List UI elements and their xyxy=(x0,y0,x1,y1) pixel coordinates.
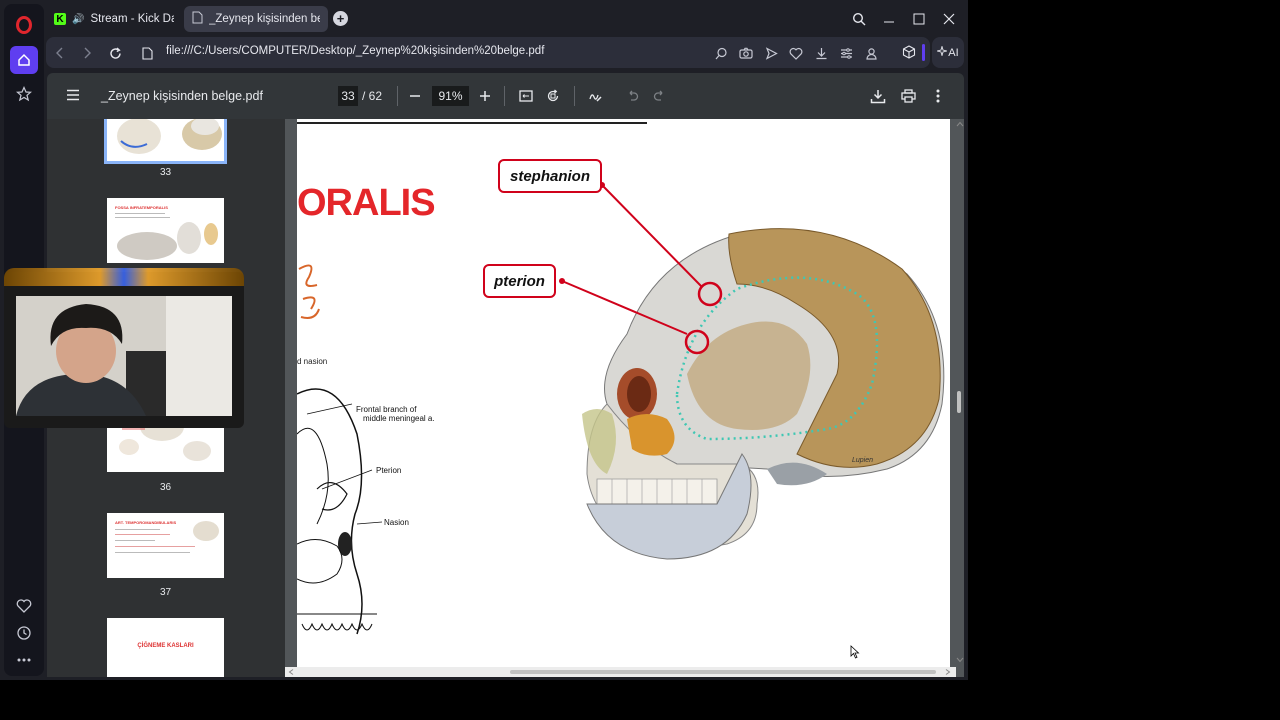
tab-pdf-document[interactable]: _Zeynep kişisinden belge.p xyxy=(184,6,328,32)
close-window-button[interactable] xyxy=(939,9,959,29)
horizontal-scrollbar[interactable] xyxy=(285,667,956,677)
toolbar-divider xyxy=(504,86,505,106)
pdf-content-area: ORALIS d nasion Frontal branch of middle… xyxy=(285,119,964,677)
mouse-cursor-icon xyxy=(850,645,860,659)
scroll-up-arrow-icon[interactable] xyxy=(956,121,964,127)
file-icon xyxy=(138,44,156,62)
download-icon[interactable] xyxy=(812,44,830,62)
undo-icon[interactable] xyxy=(622,86,642,106)
desktop-background xyxy=(968,0,1280,720)
text-line xyxy=(115,546,195,547)
star-icon[interactable] xyxy=(14,84,34,104)
rotate-icon[interactable] xyxy=(543,86,563,106)
thumbnail-heading: ART. TEMPOROMANDIBULARIS xyxy=(115,520,177,525)
zoom-input[interactable]: 91% xyxy=(432,86,469,106)
home-icon[interactable] xyxy=(10,46,38,74)
text-line xyxy=(115,540,155,541)
scroll-thumb[interactable] xyxy=(957,391,961,413)
address-bar: file:///C:/Users/COMPUTER/Desktop/_Zeyne… xyxy=(46,37,930,68)
menu-icon[interactable] xyxy=(65,87,81,103)
extension-indicator xyxy=(922,44,925,61)
thumbnail-page-34[interactable]: FOSSA INFRATEMPORALIS xyxy=(107,198,224,263)
forward-icon[interactable] xyxy=(78,44,96,62)
scroll-down-arrow-icon[interactable] xyxy=(956,657,964,663)
document-icon xyxy=(192,11,203,27)
toolbar-divider xyxy=(574,86,575,106)
pdf-title: _Zeynep kişisinden belge.pdf xyxy=(101,89,263,103)
sparkle-icon xyxy=(936,44,949,59)
pterion-text: pterion xyxy=(494,272,545,290)
heart-icon[interactable] xyxy=(14,596,34,616)
thumbnail-page-38[interactable]: ÇİĞNEME KASLARI xyxy=(107,618,224,677)
stephanion-label: stephanion xyxy=(498,159,602,193)
thumbnail-number: 33 xyxy=(159,167,172,178)
aria-ai-button[interactable]: AI xyxy=(932,37,964,68)
scroll-right-arrow-icon[interactable] xyxy=(945,669,951,675)
text-line xyxy=(115,552,190,553)
page-number-input[interactable]: 33 xyxy=(338,86,358,106)
find-in-page-icon[interactable] xyxy=(712,44,730,62)
send-icon[interactable] xyxy=(762,44,780,62)
pterion-label: pterion xyxy=(483,264,556,298)
more-dots-icon[interactable] xyxy=(14,650,34,670)
search-tabs-icon[interactable] xyxy=(849,9,869,29)
zoom-in-icon[interactable] xyxy=(475,86,495,106)
speaker-icon[interactable]: 🔊 xyxy=(72,14,84,25)
desktop-background-bottom xyxy=(0,680,968,720)
scroll-left-arrow-icon[interactable] xyxy=(288,669,294,675)
text-line xyxy=(115,534,170,535)
history-clock-icon[interactable] xyxy=(14,623,34,643)
easy-setup-icon[interactable] xyxy=(837,44,855,62)
minimize-button[interactable] xyxy=(879,9,899,29)
extensions-button[interactable] xyxy=(893,37,927,68)
vertical-scrollbar[interactable] xyxy=(956,119,964,677)
ai-label: AI xyxy=(948,46,959,59)
new-tab-button[interactable]: + xyxy=(333,11,348,26)
profile-icon[interactable] xyxy=(862,44,880,62)
toolbar-divider xyxy=(397,86,398,106)
thumbnail-heading: ÇİĞNEME KASLARI xyxy=(137,643,194,649)
callout-lines xyxy=(559,182,703,335)
bookmark-heart-icon[interactable] xyxy=(787,44,805,62)
more-options-icon[interactable] xyxy=(928,86,948,106)
thumbnail-page-37[interactable]: ART. TEMPOROMANDIBULARIS xyxy=(107,513,224,578)
thumbnail-number: 36 xyxy=(159,482,172,493)
zoom-out-icon[interactable] xyxy=(405,86,425,106)
camera-snapshot-icon[interactable] xyxy=(737,44,755,62)
url-input[interactable]: file:///C:/Users/COMPUTER/Desktop/_Zeyne… xyxy=(166,45,544,57)
webcam-overlay-glow xyxy=(4,268,244,286)
fit-to-page-icon[interactable] xyxy=(516,86,536,106)
stephanion-text: stephanion xyxy=(509,167,590,185)
pdf-toolbar: _Zeynep kişisinden belge.pdf 33 / 62 91% xyxy=(47,73,964,119)
redo-icon[interactable] xyxy=(649,86,669,106)
scroll-thumb[interactable] xyxy=(510,670,936,674)
pdf-page: ORALIS d nasion Frontal branch of middle… xyxy=(297,119,950,669)
maximize-button[interactable] xyxy=(909,9,929,29)
kick-logo-icon: K xyxy=(54,13,66,25)
thumbnail-number: 37 xyxy=(159,587,172,598)
webcam-video xyxy=(16,296,232,416)
print-icon[interactable] xyxy=(898,86,918,106)
reload-icon[interactable] xyxy=(106,44,124,62)
text-line xyxy=(115,529,160,530)
screen: K 🔊 Stream - Kick Dashboa _Zeynep kişisi… xyxy=(0,0,1280,720)
tab-title: Stream - Kick Dashboa xyxy=(90,13,174,25)
annotate-pen-icon[interactable] xyxy=(585,86,605,106)
download-pdf-icon[interactable] xyxy=(868,86,888,106)
page-total: / 62 xyxy=(362,89,383,103)
tab-kick-dashboard[interactable]: K 🔊 Stream - Kick Dashboa xyxy=(46,6,182,32)
illustrator-signature: Lupien xyxy=(852,457,874,464)
tab-title: _Zeynep kişisinden belge.p xyxy=(209,13,320,25)
back-icon[interactable] xyxy=(51,44,69,62)
opera-logo-icon[interactable] xyxy=(16,16,32,34)
thumbnail-page-33[interactable] xyxy=(104,119,227,164)
cube-icon xyxy=(902,45,916,64)
